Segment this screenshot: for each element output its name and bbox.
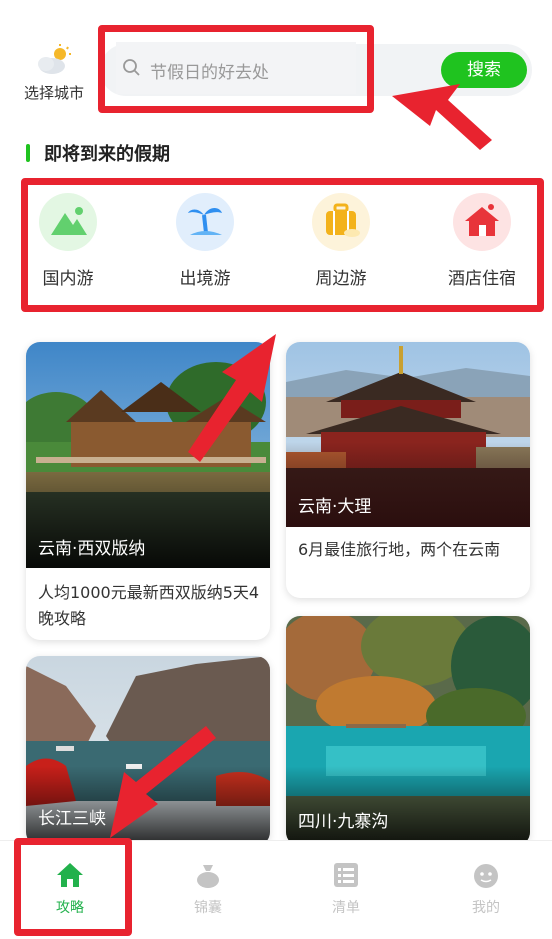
tab-highlight-box — [14, 838, 132, 936]
mountain-icon — [39, 193, 97, 251]
card-place: 四川·九寨沟 — [298, 812, 389, 832]
city-selector[interactable]: 选择城市 — [18, 44, 90, 103]
tab-profile[interactable]: 我的 — [436, 841, 536, 939]
tab-list[interactable]: 清单 — [296, 841, 396, 939]
section-accent-bar — [26, 144, 30, 162]
category-outbound[interactable]: 出境游 — [155, 193, 255, 289]
card-desc: 人均1000元最新西双版纳5天4晚攻略 — [38, 583, 260, 628]
search-highlight-box — [98, 25, 374, 113]
card-desc: 6月最佳旅行地，两个在云南 — [298, 540, 501, 559]
category-domestic[interactable]: 国内游 — [18, 193, 118, 289]
card-place: 长江三峡 — [38, 809, 106, 829]
card-three-gorges[interactable]: 长江三峡 — [26, 656, 270, 846]
weather-icon — [38, 44, 71, 74]
section-title: 即将到来的假期 — [44, 144, 170, 165]
tab-label: 锦囊 — [194, 900, 222, 916]
category-label: 出境游 — [179, 269, 231, 289]
tab-tips[interactable]: 锦囊 — [158, 841, 258, 939]
luggage-icon — [312, 193, 370, 251]
category-hotel[interactable]: 酒店住宿 — [432, 193, 532, 289]
card-place: 云南·西双版纳 — [38, 539, 146, 559]
tab-label: 清单 — [332, 900, 360, 916]
city-label: 选择城市 — [23, 84, 84, 102]
card-jiuzhaigou[interactable]: 四川·九寨沟 — [286, 616, 530, 846]
list-icon — [334, 863, 358, 887]
search-button[interactable]: 搜索 — [441, 52, 527, 88]
bag-icon — [197, 865, 219, 888]
category-label: 周边游 — [315, 269, 367, 289]
palm-tree-icon — [176, 193, 234, 251]
category-nearby[interactable]: 周边游 — [291, 193, 391, 289]
profile-icon — [474, 864, 498, 888]
tab-label: 我的 — [472, 900, 500, 916]
hotel-icon — [453, 193, 511, 251]
category-label: 酒店住宿 — [448, 269, 516, 289]
card-xishuangbanna[interactable]: 云南·西双版纳 人均1000元最新西双版纳5天4晚攻略 — [26, 342, 270, 640]
card-dali[interactable]: 云南·大理 6月最佳旅行地，两个在云南 — [286, 342, 530, 598]
card-place: 云南·大理 — [298, 497, 372, 517]
category-label: 国内游 — [42, 269, 94, 289]
